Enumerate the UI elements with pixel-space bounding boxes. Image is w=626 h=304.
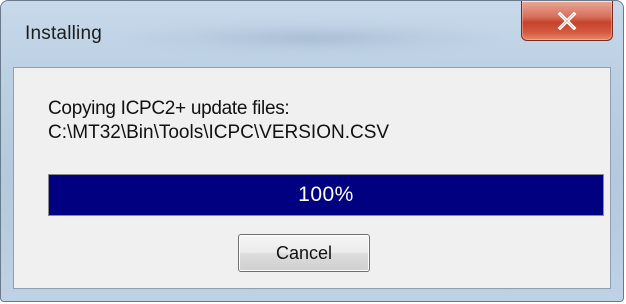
- cancel-button-label: Cancel: [275, 242, 333, 263]
- dialog-client-area: Copying ICPC2+ update files: C:\MT32\Bin…: [13, 67, 611, 289]
- progress-bar: 100%: [48, 174, 604, 216]
- installer-window: Installing Copying ICPC2+ update files: …: [0, 0, 624, 302]
- title-bar[interactable]: Installing: [1, 1, 623, 67]
- current-file-path: C:\MT32\Bin\Tools\ICPC\VERSION.CSV: [48, 122, 390, 143]
- window-title: Installing: [25, 23, 102, 44]
- close-button[interactable]: [521, 1, 613, 41]
- title-bar-glass: [121, 23, 501, 53]
- cancel-button[interactable]: Cancel: [238, 234, 370, 272]
- close-icon: [557, 11, 577, 30]
- status-message: Copying ICPC2+ update files:: [48, 98, 290, 119]
- progress-label: 100%: [298, 183, 354, 206]
